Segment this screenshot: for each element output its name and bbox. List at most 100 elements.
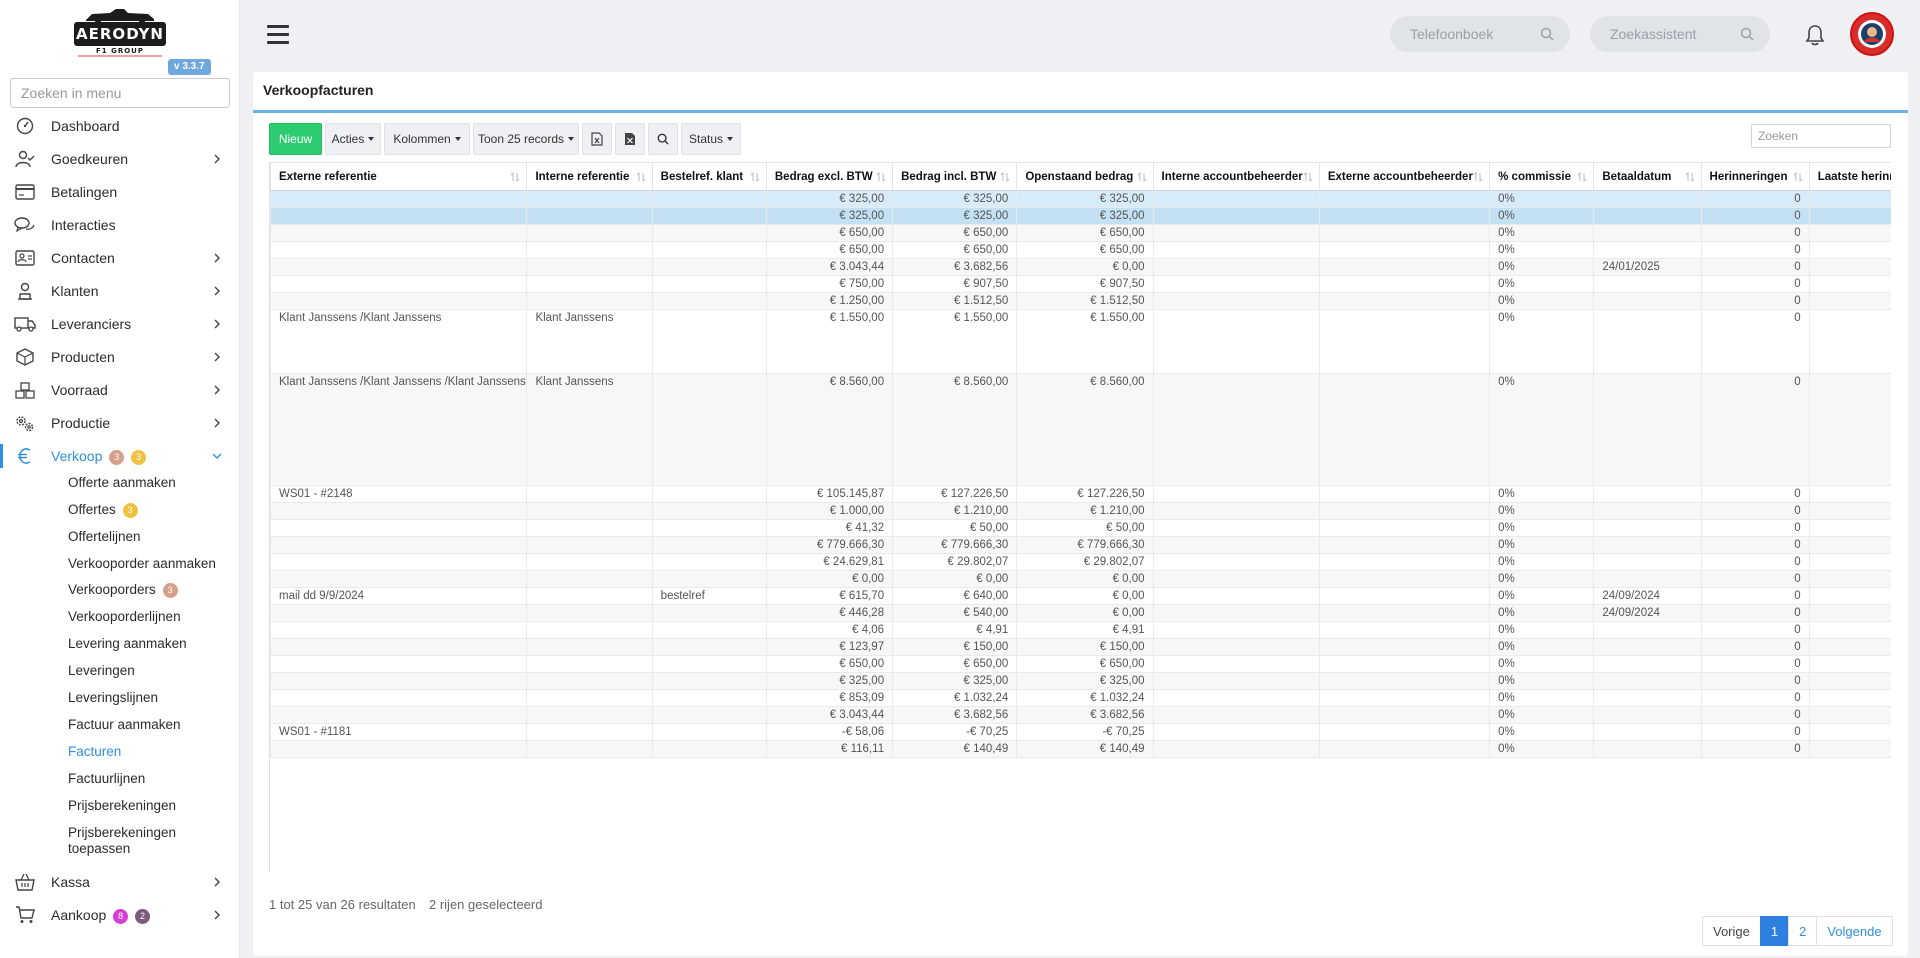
- sidebar-item-betalingen[interactable]: Betalingen: [0, 177, 240, 207]
- table-row[interactable]: € 116,11 € 140,49 € 140,49 0% 0: [270, 740, 1891, 758]
- table-row[interactable]: € 325,00 € 325,00 € 325,00 0% 0: [270, 207, 1891, 225]
- sidebar-item-interacties[interactable]: Interacties: [0, 210, 240, 240]
- sidebar-item-dashboard[interactable]: Dashboard: [0, 111, 240, 141]
- table-row[interactable]: WS01 - #2148 € 105.145,87 € 127.226,50 € 12…: [270, 485, 1891, 503]
- company-logo[interactable]: AERODYN F1 GROUP: [74, 4, 166, 57]
- pagination-next[interactable]: Volgende: [1816, 916, 1893, 946]
- table-row[interactable]: € 325,00 € 325,00 € 325,00 0% 0: [270, 190, 1891, 208]
- sidebar-item-klanten[interactable]: Klanten: [0, 276, 240, 306]
- column-header[interactable]: Bedrag excl. BTW: [765, 162, 894, 191]
- table-row[interactable]: € 0,00 € 0,00 € 0,00 0% 0: [270, 570, 1891, 588]
- assistant-input[interactable]: [1590, 26, 1730, 42]
- sidebar-item-contacten[interactable]: Contacten: [0, 243, 240, 273]
- table-row[interactable]: € 650,00 € 650,00 € 650,00 0% 0: [270, 655, 1891, 673]
- table-row[interactable]: € 24.629,81 € 29.802,07 € 29.802,07 0% 0: [270, 553, 1891, 571]
- pagination-page-1[interactable]: 1: [1759, 916, 1790, 946]
- sort-icon[interactable]: [1000, 172, 1010, 182]
- bell-icon[interactable]: [1805, 24, 1825, 46]
- sidebar-subitem-leveringen[interactable]: Leveringen: [68, 663, 135, 679]
- column-header[interactable]: Interne referentie: [526, 162, 653, 191]
- sort-icon[interactable]: [750, 172, 760, 182]
- sidebar-item-producten[interactable]: Producten: [0, 342, 240, 372]
- table-row[interactable]: mail dd 9/9/2024 bestelref € 615,70 € 640,0…: [270, 587, 1891, 605]
- table-row[interactable]: Klant Janssens /Klant Janssens /Klant Ja…: [270, 373, 1891, 486]
- pagination-page-2[interactable]: 2: [1788, 916, 1818, 946]
- column-header[interactable]: Interne accountbeheerder: [1152, 162, 1320, 191]
- search-icon[interactable]: [1540, 27, 1554, 41]
- column-header[interactable]: Betaaldatum: [1593, 162, 1702, 191]
- sort-icon[interactable]: [1473, 172, 1483, 182]
- table-row[interactable]: € 446,28 € 540,00 € 0,00 0% 24/09/2024 0: [270, 604, 1891, 622]
- sidebar-subitem-factuur-aanmaken[interactable]: Factuur aanmaken: [68, 717, 181, 733]
- table-row[interactable]: € 853,09 € 1.032,24 € 1.032,24 0% 0: [270, 689, 1891, 707]
- sort-icon[interactable]: [876, 172, 886, 182]
- columns-dropdown[interactable]: Kolommen: [384, 123, 470, 155]
- sidebar-item-productie[interactable]: Productie: [0, 408, 240, 438]
- sort-icon[interactable]: [1137, 172, 1147, 182]
- actions-dropdown[interactable]: Acties: [325, 123, 381, 155]
- sidebar-subitem-verkooporderlijnen[interactable]: Verkooporderlijnen: [68, 609, 181, 625]
- menu-search-input[interactable]: [10, 78, 230, 108]
- sidebar-subitem-verkooporder-aanmaken[interactable]: Verkooporder aanmaken: [68, 556, 216, 572]
- sidebar-subitem-factuurlijnen[interactable]: Factuurlijnen: [68, 771, 145, 787]
- sidebar-subitem-prijsberekeningen-toepassen[interactable]: Prijsberekeningen toepassen: [68, 825, 218, 857]
- page-size-dropdown[interactable]: Toon 25 records: [473, 123, 579, 155]
- sidebar-subitem-facturen[interactable]: Facturen: [68, 744, 121, 760]
- avatar[interactable]: [1850, 12, 1894, 56]
- phonebook-input[interactable]: [1390, 26, 1530, 42]
- search-icon[interactable]: [1740, 27, 1754, 41]
- column-header[interactable]: Laatste herinnering: [1808, 162, 1891, 191]
- table-row[interactable]: € 4,06 € 4,91 € 4,91 0% 0: [270, 621, 1891, 639]
- table-row[interactable]: € 3.043,44 € 3.682,56 € 0,00 0% 24/01/2025 0: [270, 258, 1891, 276]
- sidebar-subitem-offerte-aanmaken[interactable]: Offerte aanmaken: [68, 475, 176, 491]
- table-row[interactable]: € 3.043,44 € 3.682,56 € 3.682,56 0% 0: [270, 706, 1891, 724]
- table-row[interactable]: € 650,00 € 650,00 € 650,00 0% 0: [270, 224, 1891, 242]
- sidebar-item-voorraad[interactable]: Voorraad: [0, 375, 240, 405]
- sort-icon[interactable]: [1793, 172, 1803, 182]
- sidebar-subitem-levering-aanmaken[interactable]: Levering aanmaken: [68, 636, 187, 652]
- assistant-search[interactable]: [1590, 16, 1770, 52]
- search-toggle-button[interactable]: [648, 123, 678, 155]
- sidebar-subitem-leveringslijnen[interactable]: Leveringslijnen: [68, 690, 158, 706]
- export-excel-button[interactable]: [582, 123, 612, 155]
- table-row[interactable]: € 1.250,00 € 1.512,50 € 1.512,50 0% 0: [270, 292, 1891, 310]
- sidebar-item-leveranciers[interactable]: Leveranciers: [0, 309, 240, 339]
- table-row[interactable]: WS01 - #1181 -€ 58,06 -€ 70,25 -€ 70,25 0% 0: [270, 723, 1891, 741]
- sidebar-subitem-verkooporders[interactable]: Verkooporders 3: [68, 582, 178, 598]
- column-header[interactable]: Bedrag incl. BTW: [892, 162, 1018, 191]
- sort-icon[interactable]: [1685, 172, 1695, 182]
- sort-icon[interactable]: [636, 172, 646, 182]
- table-search-input[interactable]: [1751, 124, 1891, 148]
- column-header[interactable]: Openstaand bedrag: [1016, 162, 1154, 191]
- sidebar-item-kassa[interactable]: Kassa: [0, 867, 240, 897]
- table-row[interactable]: € 650,00 € 650,00 € 650,00 0% 0: [270, 241, 1891, 259]
- table-row[interactable]: Klant Janssens /Klant Janssens Klant Jans…: [270, 309, 1891, 374]
- new-button[interactable]: Nieuw: [269, 123, 322, 155]
- table-row[interactable]: € 325,00 € 325,00 € 325,00 0% 0: [270, 672, 1891, 690]
- table-row[interactable]: € 123,97 € 150,00 € 150,00 0% 0: [270, 638, 1891, 656]
- hamburger-menu-icon[interactable]: [267, 25, 289, 45]
- sidebar-item-verkoop[interactable]: Verkoop 3 3: [0, 441, 240, 471]
- column-header[interactable]: Bestelref. klant: [651, 162, 767, 191]
- sidebar-item-aankoop[interactable]: Aankoop 8 2: [0, 900, 240, 930]
- table-row[interactable]: € 750,00 € 907,50 € 907,50 0% 0: [270, 275, 1891, 293]
- column-header[interactable]: Externe accountbeheerder: [1318, 162, 1491, 191]
- export-pdf-button[interactable]: [615, 123, 645, 155]
- table-row[interactable]: € 1.000,00 € 1.210,00 € 1.210,00 0% 0: [270, 502, 1891, 520]
- sort-icon[interactable]: [1303, 172, 1313, 182]
- status-dropdown[interactable]: Status: [681, 123, 741, 155]
- column-header[interactable]: % commissie: [1489, 162, 1595, 191]
- sort-icon[interactable]: [510, 172, 520, 182]
- sidebar-subitem-offertelijnen[interactable]: Offertelijnen: [68, 529, 141, 545]
- table-cell: Klant Janssens: [526, 373, 653, 486]
- sidebar-item-goedkeuren[interactable]: Goedkeuren: [0, 144, 240, 174]
- table-row[interactable]: € 779.666,30 € 779.666,30 € 779.666,30 0% 0: [270, 536, 1891, 554]
- sidebar-subitem-prijsberekeningen[interactable]: Prijsberekeningen: [68, 798, 176, 814]
- table-row[interactable]: € 41,32 € 50,00 € 50,00 0% 0: [270, 519, 1891, 537]
- phonebook-search[interactable]: [1390, 16, 1570, 52]
- column-header[interactable]: Externe referentie: [270, 162, 528, 191]
- sidebar-subitem-offertes[interactable]: Offertes 3: [68, 502, 138, 518]
- sort-icon[interactable]: [1577, 172, 1587, 182]
- pagination-previous[interactable]: Vorige: [1702, 916, 1761, 946]
- column-header[interactable]: Herinneringen: [1700, 162, 1810, 191]
